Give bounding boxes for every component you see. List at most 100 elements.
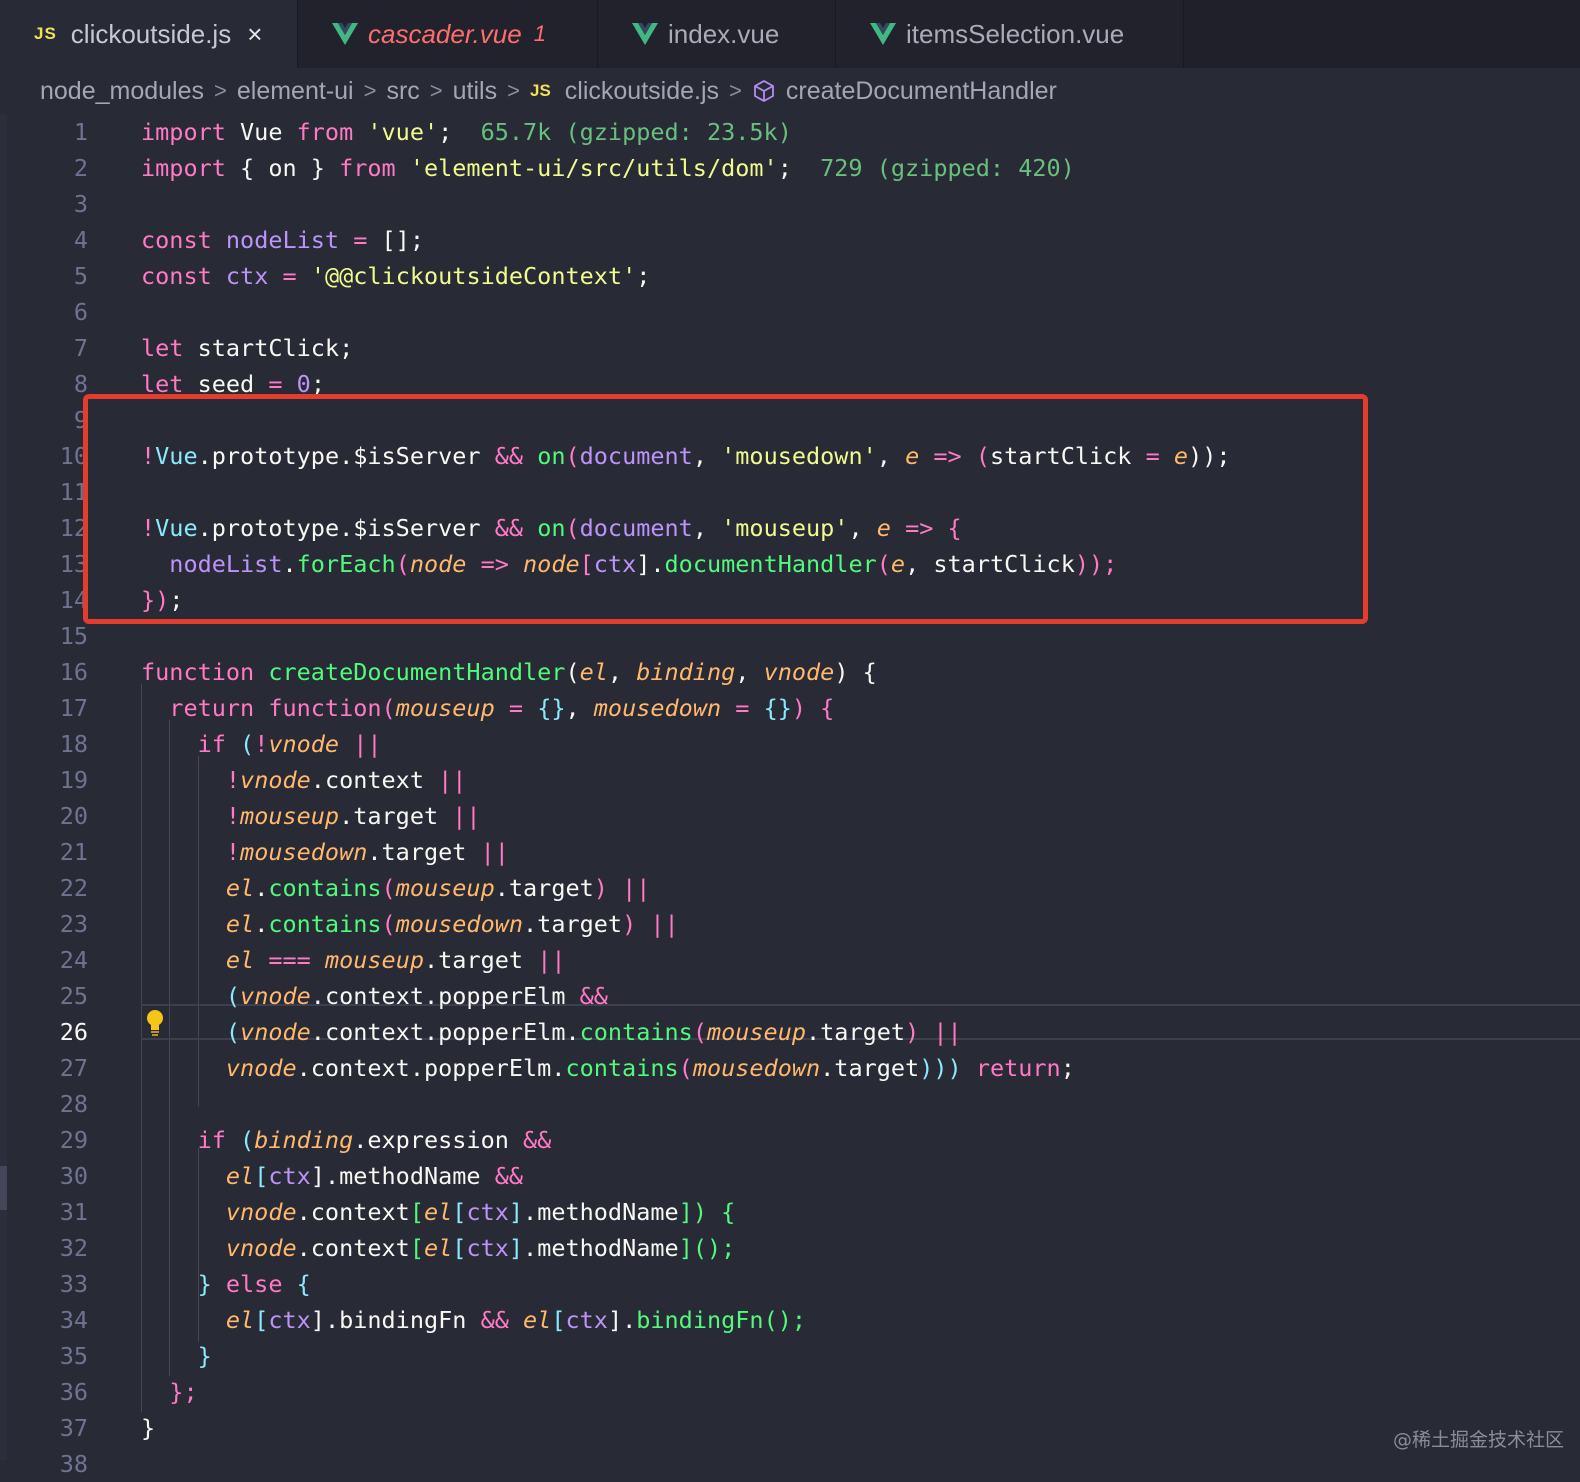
token: function [268, 694, 382, 722]
line-number: 13 [59, 550, 88, 578]
token: let [141, 334, 184, 362]
token: contains [268, 910, 382, 938]
token: el [225, 1162, 255, 1190]
token: (); [763, 1306, 807, 1334]
token: . [282, 550, 297, 578]
line-number: 26 [59, 1018, 88, 1046]
token: document [579, 442, 693, 470]
code-line: 12 !Vue.prototype.$isServer && on(documen… [0, 510, 1580, 546]
javascript-file-icon: JS [34, 24, 57, 43]
token: ( [225, 1018, 241, 1046]
token: || [650, 910, 679, 938]
tab-label: cascader.vue [368, 18, 522, 49]
token: 'element-ui/src/utils/dom' [409, 154, 778, 182]
token: [ [409, 1198, 424, 1226]
line-number: 36 [59, 1378, 88, 1406]
token: .target [523, 910, 623, 938]
token: {} [763, 694, 792, 722]
token: } [197, 1342, 212, 1370]
token: .context.popperElm. [310, 1018, 580, 1046]
code-line: 2 import { on } from 'element-ui/src/util… [0, 150, 1580, 186]
token: ( [395, 550, 410, 578]
line-number: 4 [73, 226, 88, 254]
token: contains [579, 1018, 693, 1046]
token: Vue [155, 514, 198, 542]
token: = [1145, 442, 1160, 470]
token: .context [296, 1198, 410, 1226]
token: contains [565, 1054, 679, 1082]
token: ; [1060, 1054, 1075, 1082]
code-line: 24 el === mouseup.target || [0, 942, 1580, 978]
token: 'mouseup' [721, 514, 849, 542]
token: e [890, 550, 906, 578]
token: = [494, 694, 538, 722]
token: node [409, 550, 467, 578]
token: ( [975, 442, 990, 470]
tab-clickoutside-js[interactable]: JS clickoutside.js × [0, 0, 298, 68]
problem-count-badge: 1 [533, 21, 546, 46]
token: vnode [763, 658, 835, 686]
code-line: 10 !Vue.prototype.$isServer && on(documen… [0, 438, 1580, 474]
token: || [438, 766, 467, 794]
line-number: 17 [59, 694, 88, 722]
token: . [254, 874, 269, 902]
token: import [141, 154, 226, 182]
code-line: 4 const nodeList = []; [0, 222, 1580, 258]
tab-index-vue[interactable]: index.vue [598, 0, 836, 68]
token: ! [225, 802, 241, 830]
code-line: 17 return function(mouseup = {}, mousedo… [0, 690, 1580, 726]
code-line-current: 26 (vnode.context.popperElm.contains(mou… [0, 1014, 1580, 1050]
token: ( [381, 694, 396, 722]
line-number: 37 [59, 1414, 88, 1442]
token: el [225, 1306, 255, 1334]
breadcrumb-item-utils[interactable]: utils [453, 77, 497, 106]
line-number: 24 [59, 946, 88, 974]
breadcrumb-item-file[interactable]: clickoutside.js [565, 77, 719, 106]
token: ( [565, 442, 580, 470]
token: forEach [296, 550, 396, 578]
token: [ [551, 1306, 566, 1334]
breadcrumb-item-symbol[interactable]: createDocumentHandler [786, 77, 1057, 106]
chevron-right-icon: > [214, 78, 227, 103]
code-line: 7 let startClick; [0, 330, 1580, 366]
tab-itemsselection-vue[interactable]: itemsSelection.vue [836, 0, 1184, 68]
token: => [890, 514, 948, 542]
code-line: 28 [0, 1086, 1580, 1122]
tab-cascader-vue[interactable]: cascader.vue 1 [298, 0, 598, 68]
line-number: 12 [59, 514, 88, 542]
token: => [466, 550, 524, 578]
token: .target [339, 802, 453, 830]
token: el [423, 1234, 453, 1262]
token: .target [367, 838, 481, 866]
code-editor[interactable]: 1 import Vue from 'vue'; 65.7k (gzipped: … [0, 114, 1580, 1478]
breadcrumb-item-node-modules[interactable]: node_modules [40, 77, 204, 106]
lightbulb-icon[interactable] [144, 1008, 166, 1038]
code-line: 11 [0, 474, 1580, 510]
token: mouseup [324, 946, 424, 974]
line-number: 7 [73, 334, 88, 362]
breadcrumb-item-element-ui[interactable]: element-ui [237, 77, 354, 106]
line-number: 29 [59, 1126, 88, 1154]
token: || [537, 946, 566, 974]
token: && [494, 1162, 524, 1190]
token: binding [636, 658, 736, 686]
line-number: 25 [59, 982, 88, 1010]
token: . [254, 910, 269, 938]
token: )); [1188, 442, 1231, 470]
token: ! [225, 766, 241, 794]
line-number: 22 [59, 874, 88, 902]
close-tab-icon[interactable]: × [247, 19, 262, 50]
code-line: 23 el.contains(mousedown.target) || [0, 906, 1580, 942]
token: = [721, 694, 764, 722]
token: const [141, 226, 212, 254]
chevron-right-icon: > [429, 78, 443, 103]
token: e [876, 514, 891, 542]
token: []; [367, 226, 424, 254]
token: createDocumentHandler [268, 658, 566, 686]
breadcrumb-item-src[interactable]: src [386, 77, 419, 106]
line-number: 18 [59, 730, 88, 758]
